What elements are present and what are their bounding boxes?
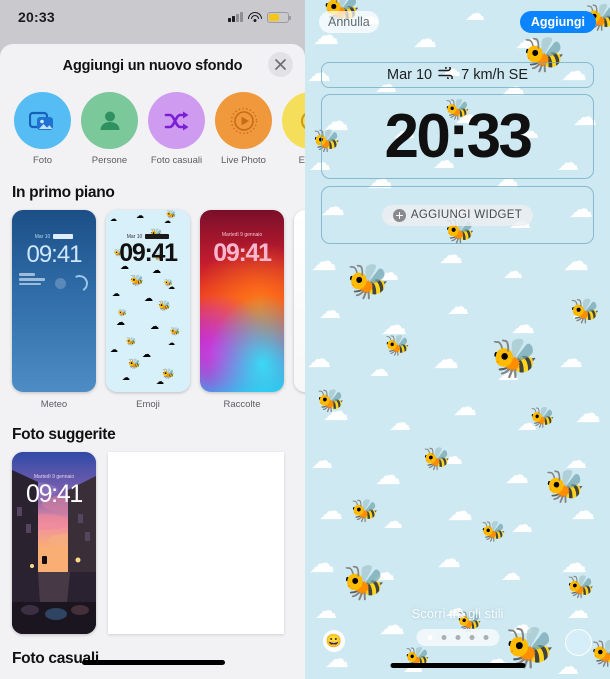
section-featured: In primo piano Mar 10 09:41 Meteo ☁ ☁ ☁ … — [0, 184, 305, 410]
category-persone[interactable]: Persone — [81, 92, 138, 166]
sheet-title: Aggiungi un nuovo sfondo — [62, 58, 243, 74]
weather-widget-slot[interactable]: Mar 10 7 km/h SE — [321, 62, 594, 88]
suggested-card-row: Martedì 9 gennaio 09:41 — [0, 444, 305, 634]
status-bar: 20:33 — [0, 0, 305, 34]
section-title: Foto casuali — [12, 650, 99, 667]
page-dot[interactable] — [441, 635, 446, 640]
photos-icon — [28, 111, 53, 130]
section-suggested-photos: Foto suggerite Martedì 9 gennaio 09:41 — [0, 426, 305, 634]
sheet-header: Aggiungi un nuovo sfondo — [0, 44, 305, 88]
wallpaper-thumb[interactable]: ☁ ☁ ☁ ☁ ☁ ☁ ☁ ☁ ☁ ☁ ☁ ☁ ☁ ☁ ☁ 🐝 🐝 🐝 🐝 🐝 🐝 — [106, 210, 190, 392]
battery-low-power-icon — [267, 11, 291, 23]
styles-hint-text: Scorri tra gli stili — [411, 606, 504, 621]
category-label: Persone — [91, 155, 128, 166]
add-widget-label: AGGIUNGI WIDGET — [410, 209, 523, 221]
lockscreen-clock: 20:33 — [384, 101, 533, 171]
lockscreen-preview-panel: ☁ ☁ ☁ ☁ ☁ ☁ ☁ ☁ ☁ ☁ ☁ ☁ ☁ ☁ ☁ ☁ ☁ ☁ ☁ ☁ … — [305, 0, 610, 679]
wallpaper-thumb[interactable] — [294, 210, 305, 392]
thumb-weather-lines — [19, 273, 45, 287]
category-row: Foto Persone Foto casuali Live Photo E — [0, 88, 305, 166]
wallpaper-thumb[interactable]: Mar 10 09:41 — [12, 210, 96, 392]
thumb-time: 09:41 — [119, 239, 178, 267]
add-button[interactable]: Aggiungi — [519, 11, 596, 33]
category-label: Live Photo — [221, 155, 266, 166]
live-photo-icon — [230, 107, 257, 134]
thumb-time: 09:41 — [213, 239, 272, 267]
cancel-button[interactable]: Annulla — [319, 11, 379, 33]
featured-card-row: Mar 10 09:41 Meteo ☁ ☁ ☁ ☁ ☁ ☁ ☁ ☁ ☁ ☁ ☁… — [0, 202, 305, 410]
screenshot-root: 20:33 Aggiungi un nuovo sfondo Foto Pers… — [0, 0, 610, 679]
thumb-time: 09:41 — [25, 480, 83, 508]
preview-top-bar: Annulla Aggiungi — [305, 9, 610, 35]
category-label: Foto — [32, 155, 52, 166]
add-widget-slot[interactable]: AGGIUNGI WIDGET — [321, 186, 594, 244]
camera-circle-icon[interactable] — [565, 629, 592, 656]
thumb-time: 09:41 — [26, 241, 82, 268]
status-bar-indicators — [228, 11, 291, 23]
close-button[interactable] — [268, 52, 293, 77]
emoji-smiley-icon[interactable]: 😀 — [323, 630, 345, 652]
style-page-dots[interactable] — [416, 629, 499, 646]
section-title: Foto suggerite — [12, 426, 116, 443]
category-foto-casuali[interactable]: Foto casuali — [148, 92, 205, 166]
suggested-photo-card[interactable]: Martedì 9 gennaio 09:41 — [12, 452, 96, 634]
person-icon — [100, 111, 119, 130]
wallpaper-card-label: Emoji — [136, 399, 160, 410]
emoji-icon — [300, 112, 305, 129]
page-dot[interactable] — [469, 635, 474, 640]
wallpaper-thumb[interactable]: Martedì 9 gennaio 09:41 — [200, 210, 284, 392]
close-icon — [275, 59, 286, 70]
thumb-widget-ring — [69, 273, 90, 294]
weather-date: Mar 10 — [386, 67, 433, 83]
thumb-widget-dot — [55, 278, 66, 289]
clock-widget-slot[interactable]: 20:33 — [321, 94, 594, 179]
thumb-date: Martedì 9 gennaio — [221, 232, 263, 238]
category-label: Foto casuali — [150, 155, 203, 166]
suggested-photo-placeholder[interactable] — [108, 452, 284, 634]
cellular-signal-icon — [228, 12, 243, 22]
shuffle-icon — [164, 111, 188, 130]
home-indicator[interactable] — [390, 663, 525, 668]
category-label: Emoji — [298, 155, 305, 166]
wind-icon — [438, 65, 455, 83]
wallpaper-card-emoji[interactable]: ☁ ☁ ☁ ☁ ☁ ☁ ☁ ☁ ☁ ☁ ☁ ☁ ☁ ☁ ☁ 🐝 🐝 🐝 🐝 🐝 🐝 — [106, 210, 190, 410]
plus-circle-icon — [392, 208, 406, 222]
wallpaper-picker-panel: 20:33 Aggiungi un nuovo sfondo Foto Pers… — [0, 0, 305, 679]
page-dot[interactable] — [483, 635, 488, 640]
category-live-photo[interactable]: Live Photo — [215, 92, 272, 166]
page-dot[interactable] — [427, 635, 432, 640]
add-widget-pill[interactable]: AGGIUNGI WIDGET — [381, 204, 534, 226]
status-bar-time: 20:33 — [18, 9, 55, 25]
wallpaper-card-partial[interactable] — [294, 210, 305, 410]
wallpaper-card-label: Meteo — [40, 399, 68, 410]
wallpaper-card-meteo[interactable]: Mar 10 09:41 Meteo — [12, 210, 96, 410]
page-dot[interactable] — [455, 635, 460, 640]
section-title: In primo piano — [12, 184, 115, 201]
wallpaper-card-label: Raccolte — [223, 399, 261, 410]
category-emoji[interactable]: Emoji — [282, 92, 305, 166]
add-wallpaper-sheet: Aggiungi un nuovo sfondo Foto Persone Fo… — [0, 44, 305, 679]
home-indicator[interactable] — [82, 660, 225, 665]
category-foto[interactable]: Foto — [14, 92, 71, 166]
weather-wind: 7 km/h SE — [461, 67, 529, 83]
weather-widget-text: Mar 10 7 km/h SE — [386, 65, 529, 83]
wallpaper-card-raccolte[interactable]: Martedì 9 gennaio 09:41 Raccolte — [200, 210, 284, 410]
wifi-icon — [248, 12, 262, 22]
thumb-date: Mar 10 — [12, 234, 96, 240]
